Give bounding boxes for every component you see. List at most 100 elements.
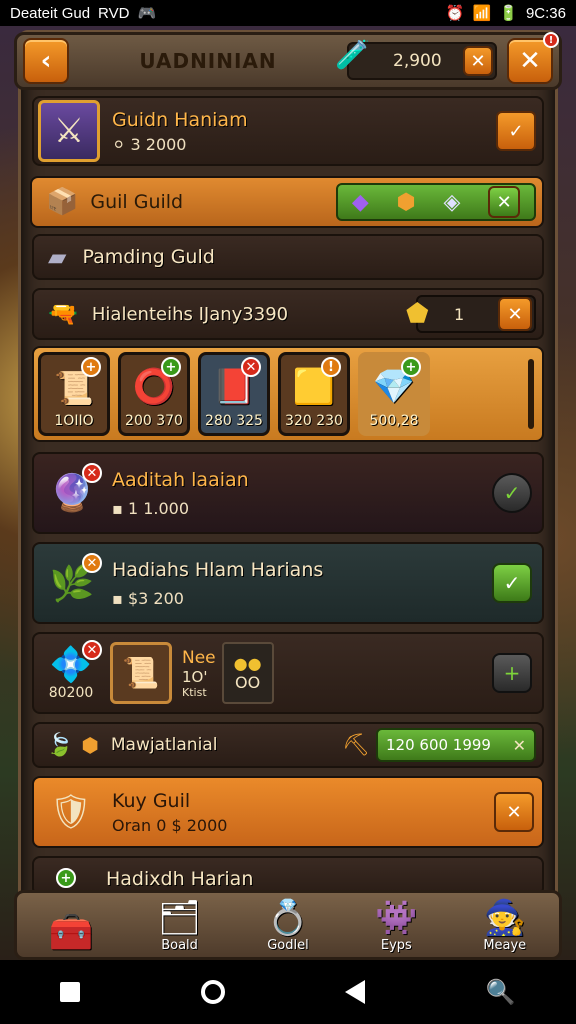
card2-confirm-button[interactable]: ✓ (492, 563, 532, 603)
gem-value: 80200 (48, 685, 94, 701)
game-screen: Deateit Gud RVD 🎮 ⏰ 📶 🔋 9C:36 ‹ UADNINIA… (0, 0, 576, 1024)
guild-title: Guidn Haniam (112, 108, 248, 131)
close-icon: ✕ (519, 46, 541, 76)
card3-value: OO (235, 673, 261, 692)
card1-confirm-button[interactable]: ✓ (492, 473, 532, 513)
nav-item-chest[interactable]: 🧰 (26, 911, 116, 953)
card2-value: $3 200 (127, 588, 184, 608)
cannon-icon: 🔫 (48, 300, 78, 328)
guild-value: 3 2000 (130, 134, 187, 154)
mawja-progress: 120 600 1999 ✕ (376, 728, 536, 762)
currency-value: 2,900 (393, 51, 442, 71)
member-title: Hialenteihs IJany3390 (91, 303, 289, 325)
item-label: 500,28 (369, 413, 419, 429)
item-badge: + (81, 357, 101, 377)
controller-icon: 🎮 (137, 5, 157, 22)
clock: 9C:36 (525, 4, 566, 22)
blue-gem-slot: 💠 80200 ✕ (40, 640, 102, 706)
back-button[interactable]: ‹ (23, 38, 69, 84)
mawja-row[interactable]: 🍃 ⬢ Mawjatlanial ⛏ 120 600 1999 ✕ (32, 722, 544, 768)
card3-counter: ●● OO (221, 642, 274, 704)
goblin-icon: 👾 (375, 898, 418, 938)
close-icon: ✕ (496, 191, 512, 213)
nav-item-eyps[interactable]: 👾 Eyps (351, 898, 441, 953)
status-app-text: Deateit Gud (10, 4, 91, 22)
card-badge: ✕ (82, 553, 102, 573)
nav-label: Boald (161, 938, 198, 953)
gold-gem-icon: ⬟ (406, 299, 429, 329)
amber-gem-icon: ⬢ (396, 189, 416, 215)
chest-icon: 🧰 (48, 912, 94, 953)
guild-bar[interactable]: 📦 Guil Guild ◆ ⬢ ◈ ✕ (30, 176, 544, 228)
card-badge: + (56, 868, 76, 888)
member-row[interactable]: 🔫 Hialenteihs IJany3390 ⬟ 1 ✕ (32, 288, 544, 340)
coins-icon: ●● (233, 654, 262, 673)
item-slot-4[interactable]: 🟨 ! 320 230 (278, 352, 350, 436)
home-button[interactable] (200, 980, 225, 1004)
close-icon: ✕ (506, 801, 522, 823)
scroll-slot[interactable]: 📜 (110, 642, 172, 704)
item-slot-5[interactable]: 💎 + 500,28 (358, 352, 430, 436)
card-badge: ✕ (82, 463, 102, 483)
kuy-guild-row[interactable]: 🛡 Kuy Guil Oran 0 $ 2000 ✕ (32, 776, 544, 848)
crystal-shield-icon: 🛡 (49, 792, 93, 832)
item-slot-1[interactable]: 📜 + 1OIIO (38, 352, 110, 436)
scroll-icon: 📜 (122, 655, 160, 691)
nav-item-meaye[interactable]: 🧙 Meaye (460, 898, 550, 953)
battery-icon: 🔋 (499, 5, 518, 22)
close-icon[interactable]: ✕ (513, 736, 526, 755)
board-icon: 🗂 (157, 898, 202, 938)
currency-display: 🧪 2,900 ✕ (335, 38, 497, 80)
green-crystal-icon: 🌿 ✕ (42, 553, 102, 613)
reward-card-3[interactable]: 💠 80200 ✕ 📜 Nee 1O' Ktist ●● OO + (32, 632, 544, 714)
box-icon: ▪ (112, 588, 123, 608)
jar-icon: ▪ (112, 498, 123, 518)
item-slot-3[interactable]: 📕 ✕ 280 325 (198, 352, 270, 436)
pending-guild-row[interactable]: ▰ Pamding Guld (32, 234, 544, 280)
item-scrollbar[interactable] (528, 359, 534, 429)
item-label: 200 370 (125, 413, 183, 429)
item-label: 280 325 (205, 413, 263, 429)
nav-label: Godlel (267, 938, 309, 953)
currency-close-button[interactable]: ✕ (463, 46, 493, 76)
member-count-box: ⬟ 1 ✕ (406, 295, 536, 333)
knight-helmet-icon: ⚔ (38, 100, 100, 162)
close-icon: ✕ (507, 303, 523, 325)
card3-add-button[interactable]: + (492, 653, 532, 693)
search-icon[interactable]: 🔍 (486, 978, 516, 1006)
reward-card-2[interactable]: 🌿 ✕ Hadiahs Hlam Harians ▪ $3 200 ✓ (32, 542, 544, 624)
nav-item-board[interactable]: 🗂 Boald (135, 898, 225, 953)
pending-title: Pamding Guld (82, 246, 215, 268)
plus-icon: + (503, 661, 521, 685)
header-bar: ‹ UADNINIAN 🧪 2,900 ✕ ✕ ! (14, 32, 562, 90)
close-button[interactable]: ✕ ! (507, 32, 559, 84)
character-icon: 🧙 (483, 898, 526, 938)
purple-gem-icon: ◆ (351, 189, 369, 215)
nav-label: Eyps (380, 938, 412, 953)
item-label: 1OIIO (54, 413, 94, 429)
nav-item-godlel[interactable]: 💍 Godlel (243, 898, 333, 953)
guild-bar-close-button[interactable]: ✕ (488, 186, 521, 218)
recents-button[interactable] (60, 982, 81, 1002)
bottom-nav: 🧰 🗂 Boald 💍 Godlel 👾 Eyps 🧙 Meaye (14, 890, 562, 960)
card1-value: 1 1.000 (127, 498, 190, 518)
system-nav-bar: 🔍 (0, 960, 576, 1024)
reward-card-1[interactable]: 🔮 ✕ Aaditah laaian ▪ 1 1.000 ✓ (32, 452, 544, 534)
chest-icon: 📦 (46, 187, 79, 217)
kuy-close-button[interactable]: ✕ (494, 792, 534, 832)
checkmark-icon: ✓ (503, 571, 521, 595)
card3-label-3: Ktist (182, 685, 207, 699)
last-title: Hadixdh Harian (106, 868, 254, 890)
pickaxe-icon: ⛏ (342, 732, 370, 758)
guild-action-button[interactable]: ✓ (496, 111, 536, 151)
back-nav-button[interactable] (345, 980, 366, 1004)
item-label: 320 230 (285, 413, 343, 429)
card3-labels: Nee 1O' Ktist (182, 648, 216, 699)
guild-row[interactable]: ⚔ Guidn Haniam ⚪ 3 2000 ✓ (32, 96, 544, 166)
item-badge: + (161, 357, 181, 377)
member-close-button[interactable]: ✕ (498, 297, 532, 331)
item-slot-2[interactable]: ⭕ + 200 370 (118, 352, 190, 436)
guild-bar-title: Guil Guild (90, 191, 184, 213)
item-badge: ✕ (241, 357, 261, 377)
checkmark-icon: ✓ (503, 481, 521, 505)
